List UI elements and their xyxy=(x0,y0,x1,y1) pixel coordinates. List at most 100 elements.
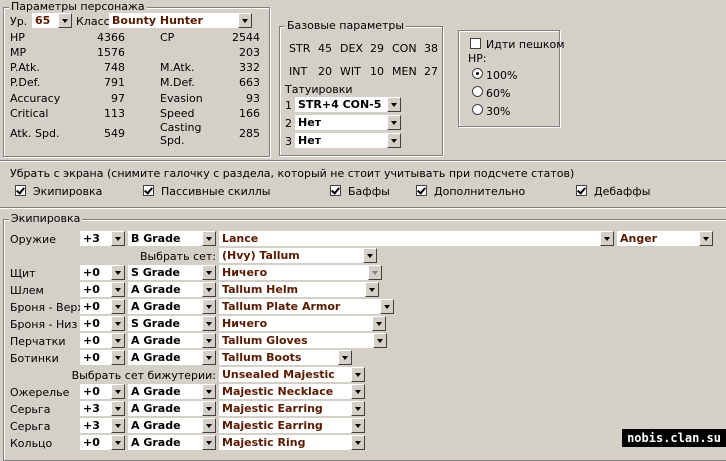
chevron-down-icon[interactable] xyxy=(111,435,125,450)
chevron-down-icon[interactable] xyxy=(387,133,401,148)
grade-select[interactable]: A Grade xyxy=(128,333,216,348)
chevron-down-icon[interactable] xyxy=(111,418,125,433)
walk-checkbox[interactable] xyxy=(470,38,481,49)
chevron-down-icon[interactable] xyxy=(338,350,352,365)
chevron-down-icon[interactable] xyxy=(351,384,365,399)
enchant-select[interactable]: +0 xyxy=(80,316,125,331)
class-value: Bounty Hunter xyxy=(112,14,203,27)
chevron-down-icon[interactable] xyxy=(202,418,216,433)
chevron-down-icon[interactable] xyxy=(600,231,614,246)
chevron-down-icon[interactable] xyxy=(111,350,125,365)
grade-select[interactable]: A Grade xyxy=(128,384,216,399)
tattoo-select-3[interactable]: Нет xyxy=(295,133,401,148)
chevron-down-icon[interactable] xyxy=(351,401,365,416)
item-select[interactable]: Ничего xyxy=(219,265,382,280)
enchant-select[interactable]: +3 xyxy=(80,418,125,433)
enchant-select[interactable]: +0 xyxy=(80,435,125,450)
item-select[interactable]: Tallum Helm xyxy=(219,282,379,297)
item-select[interactable]: Tallum Plate Armor xyxy=(219,299,394,314)
filter-checkbox-debuffs[interactable] xyxy=(576,185,587,196)
chevron-down-icon[interactable] xyxy=(202,299,216,314)
grade-select[interactable]: A Grade xyxy=(128,350,216,365)
chevron-down-icon[interactable] xyxy=(380,299,394,314)
enchant-select[interactable]: +0 xyxy=(80,384,125,399)
stat-value: 4366 xyxy=(97,31,125,44)
hp-radio-30[interactable] xyxy=(472,104,483,115)
chevron-down-icon[interactable] xyxy=(699,231,713,246)
enchant-select[interactable]: +0 xyxy=(80,350,125,365)
item-select[interactable]: Tallum Gloves xyxy=(219,333,387,348)
item-select[interactable]: Majestic Necklace xyxy=(219,384,365,399)
chevron-down-icon[interactable] xyxy=(238,13,252,28)
level-select[interactable]: 65 xyxy=(32,13,72,28)
chevron-down-icon[interactable] xyxy=(58,13,72,28)
chevron-down-icon[interactable] xyxy=(387,97,401,112)
chevron-down-icon[interactable] xyxy=(202,316,216,331)
item-select[interactable]: Tallum Boots xyxy=(219,350,352,365)
chevron-down-icon[interactable] xyxy=(365,282,379,297)
slot-label: Броня - Верх xyxy=(10,301,84,314)
hp-radio-60[interactable] xyxy=(472,86,483,97)
chevron-down-icon[interactable] xyxy=(351,367,365,382)
chevron-down-icon[interactable] xyxy=(202,282,216,297)
stat-value: 332 xyxy=(239,61,260,74)
chevron-down-icon[interactable] xyxy=(202,333,216,348)
enchant-select[interactable]: +0 xyxy=(80,265,125,280)
jewel-set-select[interactable]: Unsealed Majestic xyxy=(219,367,365,382)
chevron-down-icon[interactable] xyxy=(111,282,125,297)
item-select[interactable]: Majestic Earring xyxy=(219,401,365,416)
chevron-down-icon[interactable] xyxy=(363,248,377,263)
base-stat-label: STR xyxy=(289,42,311,55)
chevron-down-icon[interactable] xyxy=(111,265,125,280)
chevron-down-icon[interactable] xyxy=(368,265,382,280)
special-ability-select[interactable]: Anger xyxy=(617,231,713,246)
item-value: Majestic Ring xyxy=(222,436,306,449)
chevron-down-icon[interactable] xyxy=(351,435,365,450)
weapon-select[interactable]: Lance xyxy=(219,231,614,246)
chevron-down-icon[interactable] xyxy=(202,401,216,416)
chevron-down-icon[interactable] xyxy=(111,401,125,416)
slot-label: Перчатки xyxy=(10,335,66,348)
enchant-select[interactable]: +3 xyxy=(80,401,125,416)
grade-select[interactable]: A Grade xyxy=(128,418,216,433)
filter-checkbox-passive[interactable] xyxy=(143,185,154,196)
chevron-down-icon[interactable] xyxy=(372,316,386,331)
chevron-down-icon[interactable] xyxy=(111,231,125,246)
enchant-select[interactable]: +0 xyxy=(80,299,125,314)
chevron-down-icon[interactable] xyxy=(111,384,125,399)
filter-checkbox-buffs[interactable] xyxy=(330,185,341,196)
grade-select[interactable]: S Grade xyxy=(128,316,216,331)
grade-select[interactable]: A Grade xyxy=(128,401,216,416)
enchant-select[interactable]: +0 xyxy=(80,282,125,297)
grade-select[interactable]: A Grade xyxy=(128,282,216,297)
chevron-down-icon[interactable] xyxy=(202,435,216,450)
chevron-down-icon[interactable] xyxy=(373,333,387,348)
item-select[interactable]: Majestic Earring xyxy=(219,418,365,433)
filter-checkbox-additional[interactable] xyxy=(416,185,427,196)
tattoo-select-1[interactable]: STR+4 CON-5 xyxy=(295,97,401,112)
chevron-down-icon[interactable] xyxy=(202,231,216,246)
grade-select[interactable]: A Grade xyxy=(128,299,216,314)
set-select[interactable]: (Hvy) Tallum xyxy=(219,248,377,263)
hp-radio-100[interactable] xyxy=(472,68,483,79)
chevron-down-icon[interactable] xyxy=(111,333,125,348)
stat-label: Evasion xyxy=(160,92,203,105)
chevron-down-icon[interactable] xyxy=(351,418,365,433)
enchant-select[interactable]: +3 xyxy=(80,231,125,246)
chevron-down-icon[interactable] xyxy=(111,316,125,331)
filter-checkbox-equipment[interactable] xyxy=(15,185,26,196)
chevron-down-icon[interactable] xyxy=(111,299,125,314)
chevron-down-icon[interactable] xyxy=(202,265,216,280)
grade-select[interactable]: B Grade xyxy=(128,231,216,246)
chevron-down-icon[interactable] xyxy=(202,384,216,399)
item-select[interactable]: Majestic Ring xyxy=(219,435,365,450)
grade-select[interactable]: A Grade xyxy=(128,435,216,450)
grade-select[interactable]: S Grade xyxy=(128,265,216,280)
item-select[interactable]: Ничего xyxy=(219,316,386,331)
enchant-value: +0 xyxy=(83,300,100,313)
class-select[interactable]: Bounty Hunter xyxy=(109,13,252,28)
chevron-down-icon[interactable] xyxy=(202,350,216,365)
enchant-select[interactable]: +0 xyxy=(80,333,125,348)
tattoo-select-2[interactable]: Нет xyxy=(295,115,401,130)
chevron-down-icon[interactable] xyxy=(387,115,401,130)
